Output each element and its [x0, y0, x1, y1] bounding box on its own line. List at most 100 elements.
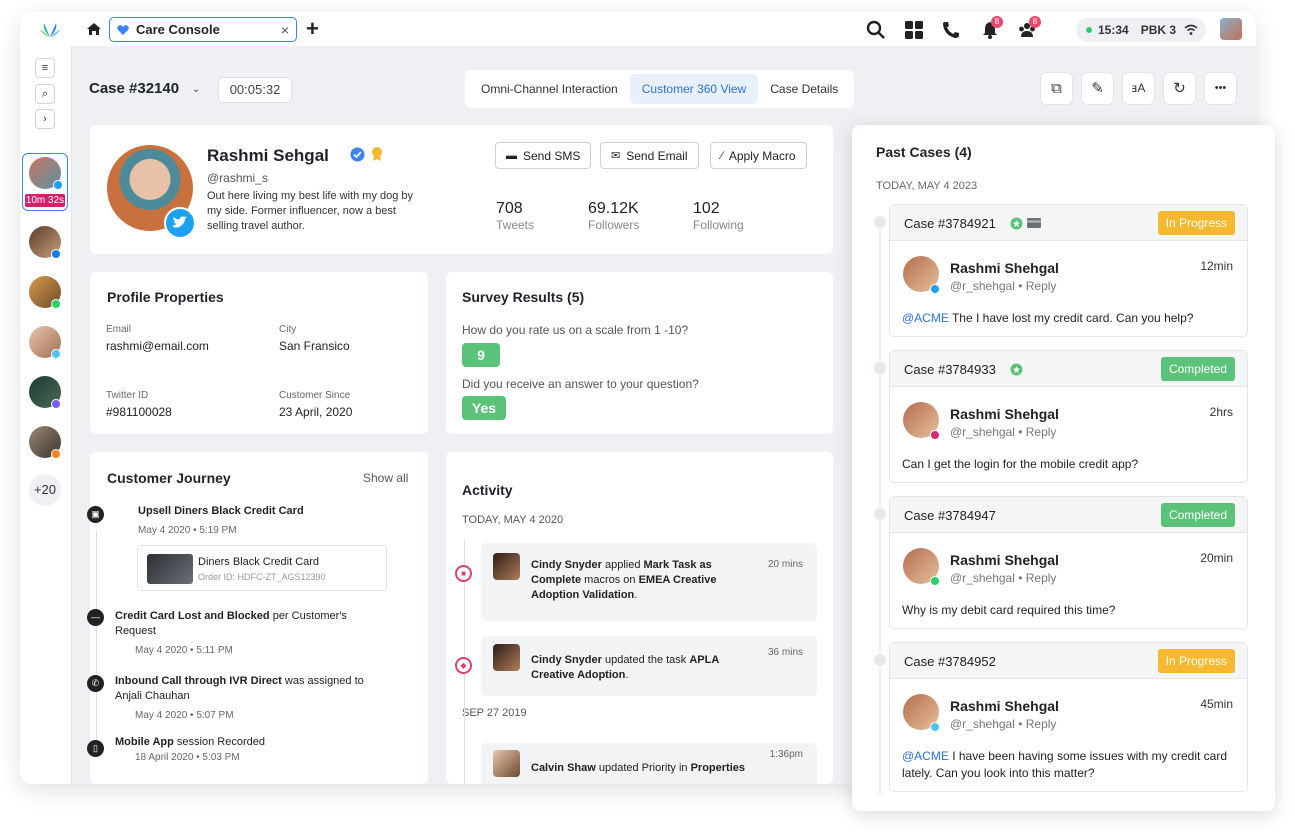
- case-id: Case #3784947: [904, 508, 996, 523]
- credit-card-image: [147, 554, 193, 584]
- past-case-card[interactable]: Case #3784921 In Progress Rashmi Shehgal…: [889, 204, 1248, 337]
- journey-timeline: [95, 530, 97, 750]
- activity-verb: updated the task: [601, 654, 690, 666]
- send-sms-label: Send SMS: [523, 148, 581, 163]
- customer-name: Rashmi Sehgal: [207, 146, 329, 165]
- case-message: @ACME I have been having some issues wit…: [902, 748, 1237, 782]
- tab-customer-360[interactable]: Customer 360 View: [629, 74, 759, 104]
- journey-date: May 4 2020 • 5:07 PM: [135, 710, 234, 721]
- avatar: [493, 750, 520, 777]
- twitter-badge-icon: [930, 284, 940, 294]
- tab-care-console[interactable]: Care Console ×: [109, 17, 297, 42]
- team-count-badge: 8: [1029, 16, 1041, 28]
- chat-badge-icon: [930, 722, 940, 732]
- journey-title: Inbound Call through IVR Direct was assi…: [115, 674, 375, 704]
- email-badge-icon: [51, 449, 61, 459]
- timeline-dot: [874, 508, 886, 520]
- journey-title: Mobile App session Recorded: [115, 735, 265, 750]
- home-icon[interactable]: [86, 21, 102, 37]
- journey-title-rest: session Recorded: [173, 736, 265, 748]
- mail-icon: ✉: [611, 150, 621, 162]
- new-tab-button[interactable]: +: [306, 16, 319, 42]
- journey-product-card[interactable]: Diners Black Credit Card Order ID: HDFC-…: [137, 545, 387, 591]
- customer-since-label: Customer Since: [279, 390, 351, 401]
- menu-icon[interactable]: ≡: [35, 58, 55, 78]
- case-header: Case #3784933 Completed: [890, 351, 1247, 387]
- activity-item[interactable]: Cindy Snyder updated the task APLA Creat…: [481, 636, 817, 696]
- case-time: 45min: [1200, 697, 1233, 711]
- more-options-icon[interactable]: •••: [1204, 72, 1237, 105]
- mobile-icon: ▯: [87, 740, 104, 757]
- message-icon: ▬: [506, 149, 517, 162]
- phone-icon[interactable]: [941, 20, 961, 40]
- translate-icon[interactable]: ⱻA: [1122, 72, 1155, 105]
- following-label: Following: [693, 218, 744, 232]
- activity-object: Properties: [690, 762, 745, 774]
- past-case-card[interactable]: Case #3784952 In Progress Rashmi Shehgal…: [889, 642, 1248, 792]
- viber-badge-icon: [51, 399, 61, 409]
- search-icon[interactable]: [866, 20, 886, 40]
- whatsapp-badge-icon: [930, 576, 940, 586]
- message-text: I have been having some issues with my c…: [902, 749, 1227, 780]
- customer-handle: @r_shehgal • Reply: [950, 425, 1057, 439]
- past-case-card[interactable]: Case #3784947 Completed Rashmi Shehgal @…: [889, 496, 1248, 629]
- apply-macro-button[interactable]: ⁄ Apply Macro: [710, 142, 807, 169]
- activity-item[interactable]: Cindy Snyder applied Mark Task as Comple…: [481, 543, 817, 621]
- copy-icon[interactable]: ⧉: [1040, 72, 1073, 105]
- activity-verb: macros on: [581, 574, 639, 586]
- mention[interactable]: @ACME: [902, 749, 949, 763]
- send-sms-button[interactable]: ▬ Send SMS: [495, 142, 592, 169]
- send-email-button[interactable]: ✉ Send Email: [600, 142, 699, 169]
- more-conversations-button[interactable]: +20: [29, 474, 61, 506]
- conversation-timer: 10m 32s: [25, 194, 65, 207]
- followers-stat: 69.12K Followers: [588, 200, 639, 232]
- magic-wand-icon[interactable]: ✎: [1081, 72, 1114, 105]
- activity-item[interactable]: Calvin Shaw updated Priority in Properti…: [481, 743, 817, 784]
- user-avatar[interactable]: [1220, 18, 1242, 40]
- show-all-link[interactable]: Show all: [363, 471, 408, 485]
- city-label: City: [279, 324, 297, 335]
- case-time: 2hrs: [1209, 405, 1233, 419]
- apply-macro-label: Apply Macro: [728, 148, 796, 163]
- app-logo-icon[interactable]: [38, 19, 62, 39]
- active-conversation[interactable]: 10m 32s: [22, 153, 68, 211]
- case-message: @ACME The I have lost my credit card. Ca…: [902, 310, 1237, 327]
- activity-text: Cindy Snyder updated the task APLA Creat…: [531, 653, 761, 683]
- journey-date: 18 April 2020 • 5:03 PM: [135, 752, 240, 763]
- expand-chevron-icon[interactable]: ›: [35, 109, 55, 129]
- left-rail: ≡ ⌕ › 10m 32s +20: [20, 46, 72, 784]
- rail-search-icon[interactable]: ⌕: [35, 84, 55, 104]
- section-title: Customer Journey: [107, 470, 231, 486]
- journey-title-bold: Credit Card Lost and Blocked: [115, 610, 270, 622]
- facebook-badge-icon: [51, 249, 61, 259]
- tab-case-details[interactable]: Case Details: [758, 74, 850, 104]
- view-tabs: Omni-Channel Interaction Customer 360 Vi…: [465, 70, 854, 108]
- activity-suffix: .: [625, 669, 629, 681]
- apps-grid-icon[interactable]: [904, 20, 924, 40]
- chevron-down-icon[interactable]: ⌄: [192, 84, 200, 95]
- twitter-id-label: Twitter ID: [106, 390, 149, 401]
- activity-date: TODAY, MAY 4 2020: [462, 514, 564, 526]
- wand-icon: ⁄: [721, 149, 723, 162]
- tweets-stat: 708 Tweets: [496, 200, 534, 232]
- tab-omni-channel[interactable]: Omni-Channel Interaction: [469, 74, 630, 104]
- mention[interactable]: @ACME: [902, 311, 949, 325]
- heart-icon: [117, 24, 129, 35]
- past-case-card[interactable]: Case #3784933 Completed Rashmi Shehgal @…: [889, 350, 1248, 483]
- profile-card: Rashmi Sehgal @rashmi_s Out here living …: [90, 125, 833, 254]
- order-id: Order ID: HDFC-ZT_AGS12390: [198, 572, 326, 582]
- notification-count-badge: 8: [991, 16, 1003, 28]
- task-icon: ■: [455, 565, 472, 582]
- customer-handle: @r_shehgal • Reply: [950, 571, 1057, 585]
- survey-question: How do you rate us on a scale from 1 -10…: [462, 323, 689, 337]
- refresh-icon[interactable]: ↻: [1163, 72, 1196, 105]
- followers-label: Followers: [588, 218, 640, 232]
- close-icon[interactable]: ×: [281, 22, 289, 38]
- activity-suffix: .: [634, 589, 638, 601]
- case-timer: 00:05:32: [218, 77, 292, 103]
- message-text: The I have lost my credit card. Can you …: [948, 311, 1194, 325]
- case-id: Case #3784952: [904, 654, 996, 669]
- agent-status-pill[interactable]: 15:34 PBK 3: [1076, 18, 1206, 42]
- activity-actor: Cindy Snyder: [531, 559, 602, 571]
- customer-handle: @rashmi_s: [207, 171, 268, 185]
